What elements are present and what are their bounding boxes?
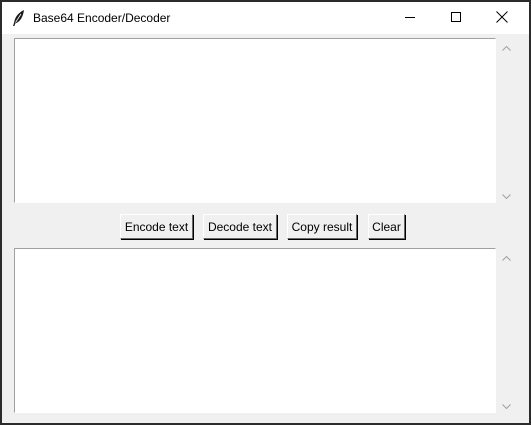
decode-text-button[interactable]: Decode text — [203, 214, 277, 239]
output-text-area[interactable] — [14, 248, 496, 413]
title-bar[interactable]: Base64 Encoder/Decoder — [2, 2, 529, 34]
encode-text-button[interactable]: Encode text — [120, 214, 193, 239]
scroll-up-button[interactable] — [498, 248, 515, 265]
input-scrollbar[interactable] — [498, 38, 515, 203]
maximize-button[interactable] — [433, 2, 479, 34]
output-textarea[interactable] — [15, 249, 495, 412]
clear-button[interactable]: Clear — [368, 214, 405, 239]
window-title: Base64 Encoder/Decoder — [33, 11, 171, 25]
scroll-down-button[interactable] — [498, 186, 515, 203]
copy-result-button[interactable]: Copy result — [287, 214, 357, 239]
scroll-up-button[interactable] — [498, 38, 515, 55]
chevron-down-icon — [502, 398, 511, 412]
chevron-down-icon — [502, 188, 511, 202]
action-button-row: Encode text Decode text Copy result Clea… — [2, 214, 529, 239]
minimize-button[interactable] — [387, 2, 433, 34]
output-scrollbar[interactable] — [498, 248, 515, 413]
input-textarea[interactable] — [15, 39, 495, 202]
close-button[interactable] — [479, 2, 525, 34]
input-text-area[interactable] — [14, 38, 496, 203]
chevron-up-icon — [502, 40, 511, 54]
minimize-icon — [405, 11, 415, 25]
feather-icon — [12, 10, 26, 26]
close-icon — [496, 10, 508, 26]
scroll-down-button[interactable] — [498, 396, 515, 413]
chevron-up-icon — [502, 250, 511, 264]
app-window: Base64 Encoder/Decoder Encode text Decod… — [2, 2, 529, 423]
maximize-icon — [451, 11, 461, 25]
